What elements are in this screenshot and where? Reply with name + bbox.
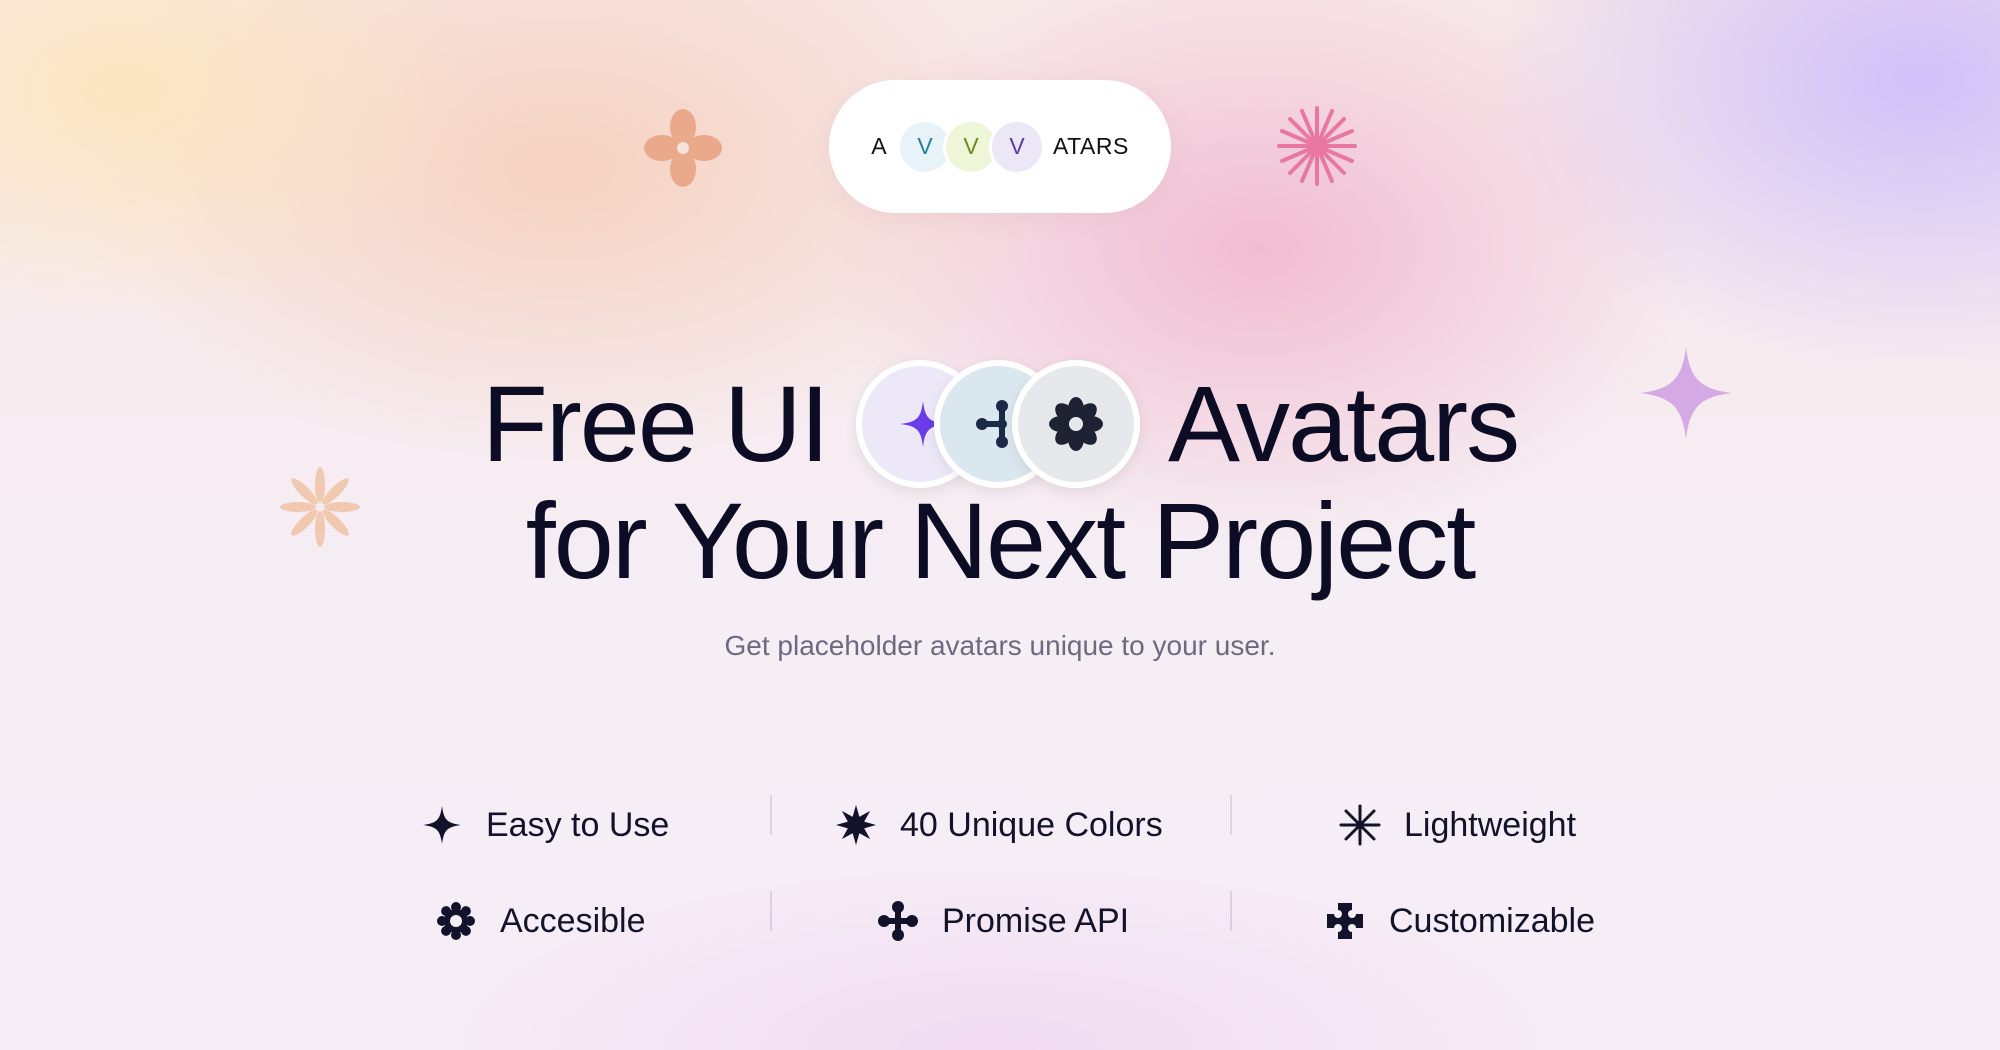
petal-flower-decoration-icon xyxy=(644,109,722,187)
feature-label: Customizable xyxy=(1389,901,1595,940)
logo-letter-avatars: V V V xyxy=(897,118,1046,175)
feature-easy-to-use: Easy to Use xyxy=(420,795,669,855)
feature-divider xyxy=(770,795,772,835)
feature-label: Lightweight xyxy=(1404,805,1577,844)
logo-suffix: ATARS xyxy=(1053,133,1129,159)
logo-prefix: A xyxy=(871,133,888,159)
flower-icon xyxy=(1048,397,1103,451)
feature-divider xyxy=(1230,891,1232,931)
hero-subtitle: Get placeholder avatars unique to your u… xyxy=(724,630,1276,661)
feature-accessible: Accesible xyxy=(434,891,646,951)
feature-promise-api: Promise API xyxy=(876,891,1129,951)
hero-avatar-stack xyxy=(855,360,1140,488)
heading-text-right: Avatars xyxy=(1167,363,1520,484)
logo-letter-avatar: V xyxy=(989,118,1046,175)
feature-label: Accesible xyxy=(500,901,646,940)
feature-unique-colors: 40 Unique Colors xyxy=(834,795,1163,855)
feature-label: 40 Unique Colors xyxy=(900,805,1163,844)
feature-divider xyxy=(1230,795,1232,835)
four-dots-icon xyxy=(876,899,920,943)
hero-heading-line-2: for Your Next Project xyxy=(525,480,1477,601)
feature-lightweight: Lightweight xyxy=(1338,795,1576,855)
logo[interactable]: A V V V ATARS xyxy=(829,80,1171,213)
sunburst-decoration-icon xyxy=(1277,106,1357,186)
gear-flower-icon xyxy=(434,899,478,943)
feature-customizable: Customizable xyxy=(1323,891,1595,951)
avatar xyxy=(1011,360,1140,488)
heading-text-left: Free UI xyxy=(481,363,830,484)
cross-star-icon xyxy=(1323,899,1367,943)
hero-heading-line-1: Free UI Avatars xyxy=(0,360,2000,488)
burst-star-icon xyxy=(834,803,878,847)
asterisk-icon xyxy=(1338,803,1382,847)
four-point-star-icon xyxy=(420,803,464,847)
feature-label: Easy to Use xyxy=(486,805,670,844)
feature-divider xyxy=(770,891,772,931)
feature-label: Promise API xyxy=(942,901,1130,940)
